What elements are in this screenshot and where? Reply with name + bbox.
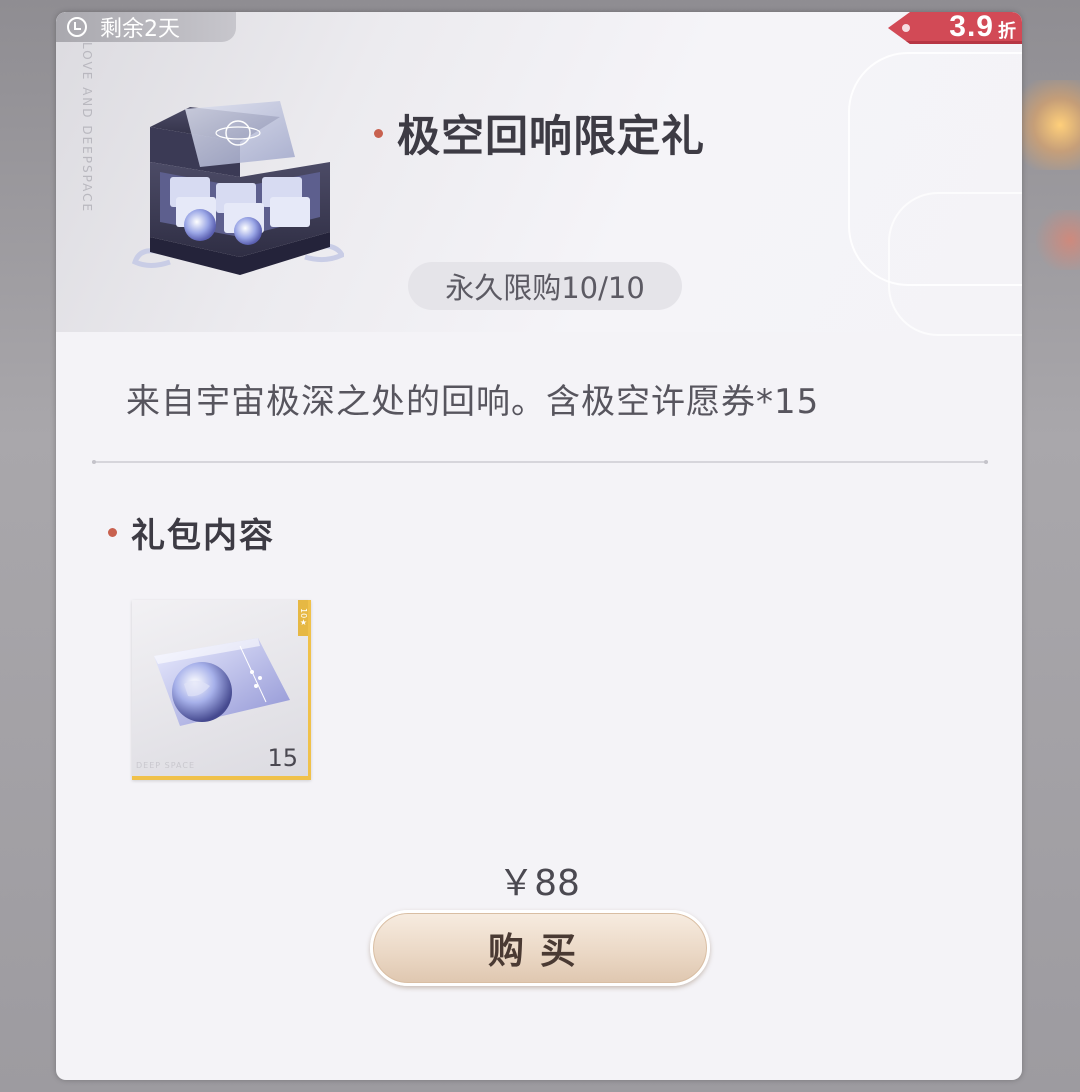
decorative-arc-lower — [888, 192, 1022, 336]
contents-item-wish-ticket[interactable]: 10★ DEEP SPACE 15 — [132, 600, 311, 780]
contents-title: 礼包内容 — [131, 516, 275, 556]
purchase-limit-badge: 永久限购10/10 — [408, 262, 682, 310]
brand-side-text: LOVE AND DEEPSPACE — [80, 42, 94, 214]
tag-hole — [902, 24, 910, 32]
rarity-strip: 10★ — [298, 600, 308, 636]
background-glow-secondary — [1030, 210, 1080, 270]
section-bullet — [108, 528, 117, 537]
gift-package-card: LOVE AND DEEPSPACE 剩余2天 3.9 折 极空回响限定礼 永久… — [56, 12, 1022, 1080]
remaining-time-text: 剩余2天 — [100, 17, 180, 42]
section-divider — [92, 460, 988, 464]
gift-box-image — [130, 97, 346, 297]
discount-tag: 3.9 折 — [888, 12, 1022, 44]
discount-value: 3.9 — [949, 12, 994, 43]
item-count: 15 — [267, 744, 298, 772]
discount-unit: 折 — [998, 20, 1016, 42]
wish-ticket-icon — [154, 638, 290, 726]
title-bullet — [374, 128, 383, 138]
package-title-row: 极空回响限定礼 — [374, 102, 705, 164]
contents-header: 礼包内容 — [108, 508, 275, 557]
package-description: 来自宇宙极深之处的回响。含极空许愿券*15 — [126, 382, 820, 422]
price-label: ￥88 — [498, 863, 580, 904]
buy-button[interactable]: 购买 — [370, 910, 710, 986]
item-watermark: DEEP SPACE — [136, 761, 195, 770]
package-title: 极空回响限定礼 — [397, 112, 705, 162]
clock-icon — [66, 16, 88, 38]
remaining-time-badge: 剩余2天 — [56, 12, 236, 42]
